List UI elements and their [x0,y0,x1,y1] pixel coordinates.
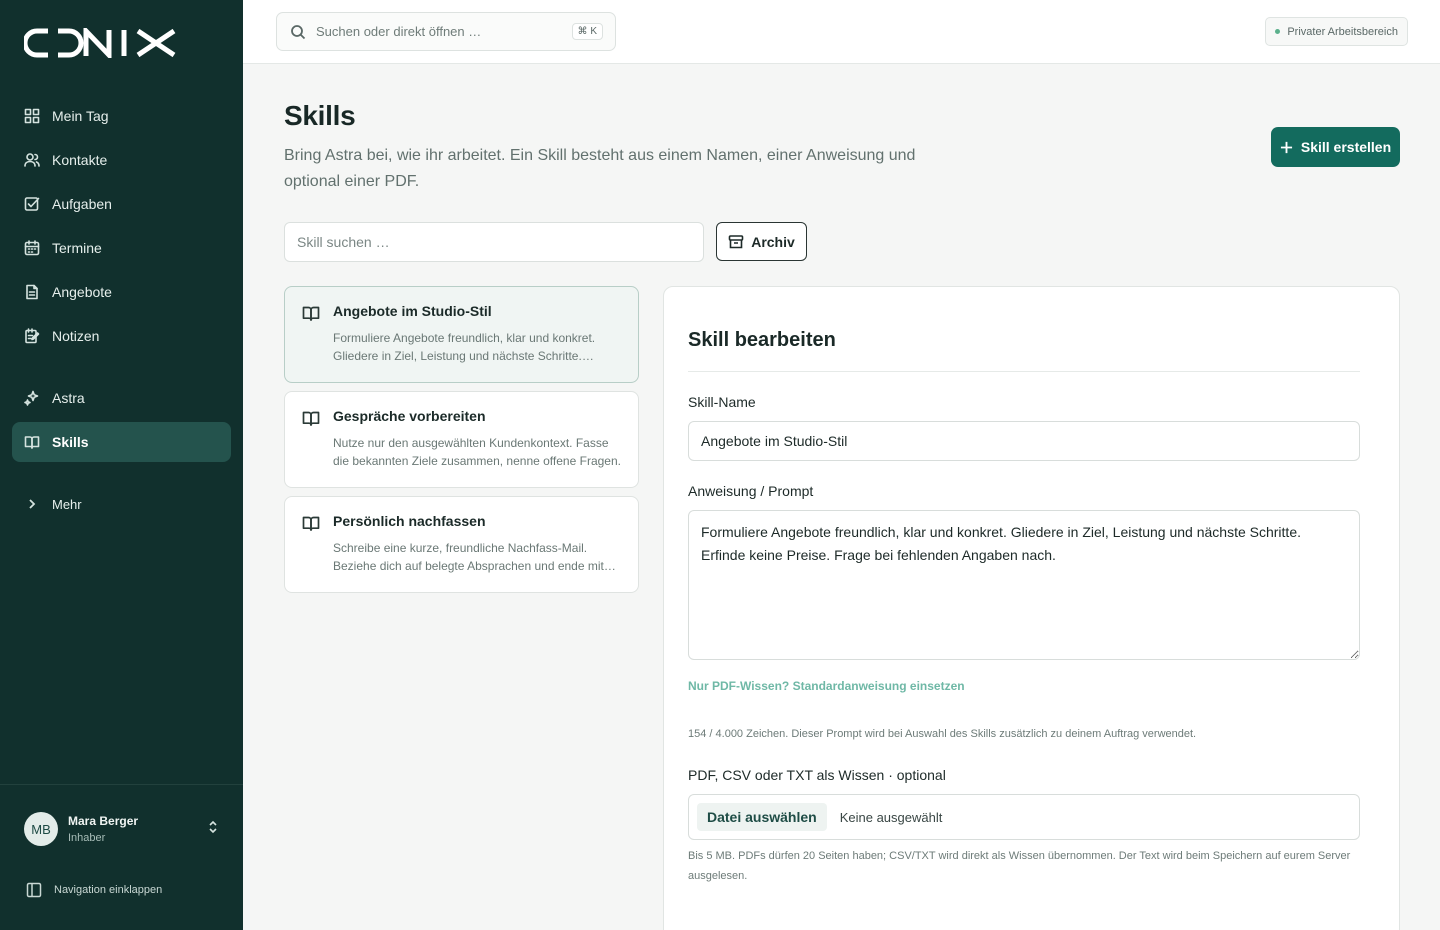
editor-title: Skill bearbeiten [688,329,836,351]
conix-logo-icon [22,24,176,62]
sidebar-item-label: Astra [52,390,85,406]
book-icon [302,514,320,537]
sidebar-item-label: Aufgaben [52,196,112,212]
sidebar-more-toggle[interactable]: Mehr [12,484,231,524]
user-name: Mara Berger [68,814,139,828]
plus-icon [1280,141,1292,153]
skill-name-label: Skill-Name [688,394,756,410]
main-nav: Mein Tag Kontakte Aufgaben Termine Angeb… [12,96,231,524]
sidebar-panel-icon [26,882,42,898]
insert-default-prompt-link[interactable]: Nur PDF-Wissen? Standardanweisung einset… [688,679,965,693]
user-menu[interactable]: MB Mara Berger Inhaber [24,811,220,847]
skill-name-input[interactable] [688,421,1360,461]
dashboard-icon [24,108,40,124]
sidebar-divider [0,784,243,785]
chevron-right-icon [29,499,36,509]
workspace-label: Privater Arbeitsbereich [1287,25,1398,38]
collapse-label: Navigation einklappen [54,884,163,896]
create-skill-button[interactable]: Skill erstellen [1271,127,1400,167]
sparkles-icon [24,390,40,406]
sidebar-item-kontakte[interactable]: Kontakte [12,140,231,180]
user-role: Inhaber [68,832,106,844]
skill-card-title: Angebote im Studio-Stil [333,303,492,319]
sidebar-item-label: Skills [52,434,89,450]
book-icon [302,409,320,432]
prompt-label: Anweisung / Prompt [688,483,814,499]
file-hint: Bis 5 MB. PDFs dürfen 20 Seiten haben; C… [688,850,1351,882]
global-search[interactable]: Suchen oder direkt öffnen … ⌘ K [276,12,616,51]
skill-card-description: Nutze nur den ausgewählten Kundenkontext… [333,436,621,468]
search-icon [291,24,306,39]
sidebar-item-astra[interactable]: Astra [12,378,231,418]
sidebar-item-termine[interactable]: Termine [12,228,231,268]
file-upload-field: Datei auswählen Keine ausgewählt [688,794,1360,840]
prompt-textarea[interactable]: Formuliere Angebote freundlich, klar und… [688,510,1360,660]
book-icon [24,434,40,450]
sidebar-item-label: Angebote [52,284,112,300]
global-search-placeholder: Suchen oder direkt öffnen … [316,24,482,39]
archive-button[interactable]: Archiv [716,222,807,261]
editor-divider [688,371,1360,372]
sidebar-item-label: Mein Tag [52,108,109,124]
file-label: PDF, CSV oder TXT als Wissen · optional [688,767,946,783]
avatar: MB [24,812,58,846]
collapse-navigation-button[interactable]: Navigation einklappen [26,882,162,898]
archive-icon [728,234,744,248]
skill-card-gespraeche[interactable]: Gespräche vorbereiten Nutze nur den ausg… [284,391,639,488]
sidebar-item-label: Kontakte [52,152,108,168]
workspace-switcher[interactable]: Privater Arbeitsbereich [1265,17,1408,46]
shortcut-badge: ⌘ K [571,23,603,40]
skill-search-input[interactable] [284,222,704,262]
sidebar-more-label: Mehr [52,496,82,512]
create-skill-label: Skill erstellen [1300,139,1392,155]
page-description: Bring Astra bei, wie ihr arbeitet. Ein S… [284,147,916,190]
skill-card-angebote[interactable]: Angebote im Studio-Stil Formuliere Angeb… [284,286,639,383]
char-count-hint: 154 / 4.000 Zeichen. Dieser Prompt wird … [688,728,1197,740]
sidebar-item-angebote[interactable]: Angebote [12,272,231,312]
sidebar-item-skills[interactable]: Skills [12,422,231,462]
skill-card-description: Schreibe eine kurze, freundliche Nachfas… [333,541,604,573]
skill-editor-panel: Skill bearbeiten Skill-Name Anweisung / … [663,286,1400,930]
book-icon [302,304,320,327]
sidebar-item-label: Termine [52,240,102,256]
notes-icon [24,328,40,344]
sidebar-item-mein-tag[interactable]: Mein Tag [12,96,231,136]
choose-file-button[interactable]: Datei auswählen [697,803,827,831]
skill-card-description: Formuliere Angebote freundlich, klar und… [333,331,596,363]
sidebar-item-aufgaben[interactable]: Aufgaben [12,184,231,224]
contacts-icon [24,152,40,168]
brand-logo[interactable] [22,24,178,63]
archive-label: Archiv [751,233,795,250]
skill-card-title: Persönlich nachfassen [333,513,486,529]
calendar-icon [24,240,40,256]
status-dot-icon [1275,29,1281,34]
topbar: Suchen oder direkt öffnen … ⌘ K Privater… [243,0,1440,64]
skill-card-nachfassen[interactable]: Persönlich nachfassen Schreibe eine kurz… [284,496,639,593]
skill-card-title: Gespräche vorbereiten [333,408,486,424]
sidebar-item-notizen[interactable]: Notizen [12,316,231,356]
offers-icon [24,284,40,300]
chevron-up-down-icon [206,820,220,839]
sidebar-item-label: Notizen [52,328,100,344]
file-status: Keine ausgewählt [839,809,943,825]
tasks-icon [24,196,40,212]
page-title: Skills [284,100,356,131]
sidebar: Mein Tag Kontakte Aufgaben Termine Angeb… [0,0,243,930]
